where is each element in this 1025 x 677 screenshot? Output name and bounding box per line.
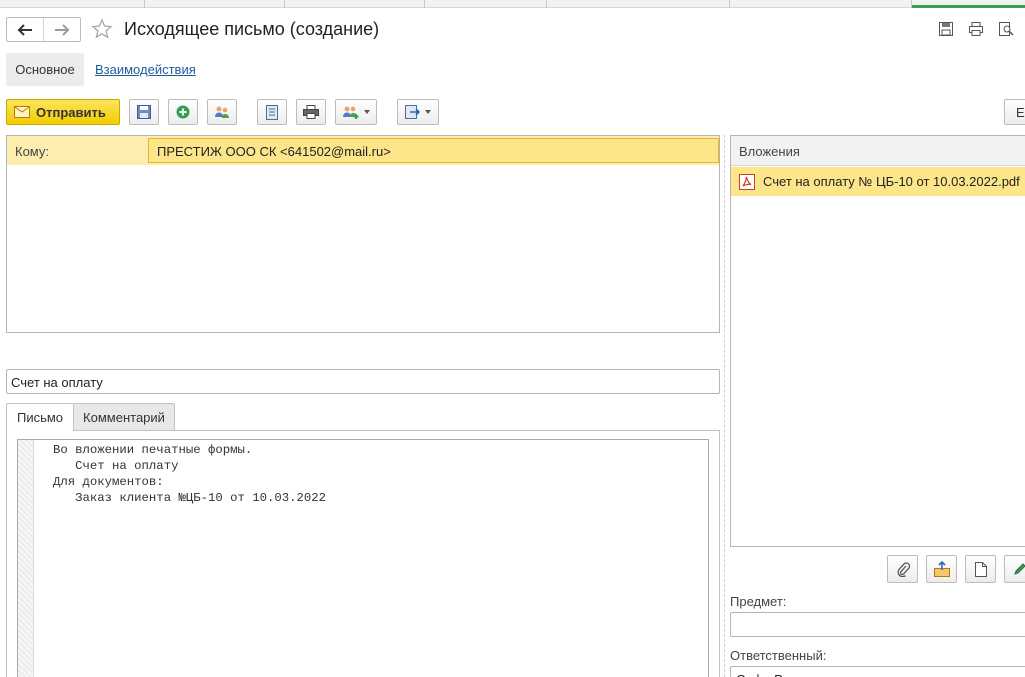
tab-letter[interactable]: Письмо [6, 403, 74, 431]
save-icon [137, 105, 151, 119]
print-icon [303, 105, 319, 119]
print-button[interactable] [296, 99, 326, 125]
star-icon[interactable] [91, 18, 113, 40]
active-tab-marker [912, 5, 1025, 8]
send-button[interactable]: Отправить [6, 99, 120, 125]
recipient-row[interactable]: Кому: ПРЕСТИЖ ООО СК <641502@mail.ru> [7, 136, 719, 165]
tab-comment[interactable]: Комментарий [74, 403, 175, 431]
tab-main[interactable]: Основное [6, 53, 84, 86]
upload-icon [933, 561, 950, 577]
contacts-icon [215, 106, 229, 118]
history-nav [6, 17, 81, 42]
paperclip-icon [897, 562, 910, 577]
page-title: Исходящее письмо (создание) [124, 19, 380, 39]
attachment-item[interactable]: Счет на оплату № ЦБ-10 от 10.03.2022.pdf [731, 167, 1025, 196]
body-line: Для документов: [53, 475, 164, 489]
recipients-list: Кому: ПРЕСТИЖ ООО СК <641502@mail.ru> [6, 135, 720, 333]
responsible-input[interactable]: Софа Реут [730, 666, 1025, 677]
save-icon[interactable] [938, 21, 954, 37]
attachments-header: Вложения [731, 136, 1025, 166]
edit-icon [1013, 563, 1025, 575]
recipient-label: Кому: [15, 144, 49, 159]
print-icon[interactable] [968, 21, 984, 37]
edit-attachment-button[interactable] [1004, 555, 1025, 583]
arrow-left-icon [17, 23, 32, 36]
chevron-down-icon [425, 110, 431, 114]
subject-input[interactable]: Счет на оплату [6, 369, 720, 394]
letter-body-text: Во вложении печатные формы. Счет на опла… [53, 442, 326, 506]
more-button[interactable]: Е [1004, 99, 1025, 125]
letter-body-editor[interactable]: Во вложении печатные формы. Счет на опла… [17, 439, 709, 677]
forward-button[interactable] [43, 18, 80, 41]
predmet-input[interactable] [730, 612, 1025, 637]
upload-attachment-button[interactable] [926, 555, 957, 583]
recipient-input[interactable]: ПРЕСТИЖ ООО СК <641502@mail.ru> [148, 138, 719, 163]
attachments-panel: Вложения Счет на оплату № ЦБ-10 от 10.03… [730, 135, 1025, 547]
export-button[interactable] [397, 99, 439, 125]
new-attachment-button[interactable] [965, 555, 996, 583]
attach-file-button[interactable] [887, 555, 918, 583]
chevron-down-icon [364, 110, 370, 114]
add-contact-icon [343, 106, 359, 119]
arrow-right-icon [55, 23, 70, 36]
send-button-label: Отправить [36, 104, 106, 120]
document-icon [974, 561, 987, 577]
add-green-icon [176, 105, 190, 119]
body-line: Заказ клиента №ЦБ-10 от 10.03.2022 [53, 491, 327, 505]
tab-interactions-link[interactable]: Взаимодействия [95, 62, 196, 77]
pdf-icon [739, 173, 755, 190]
document-button[interactable] [257, 99, 287, 125]
search-icon[interactable] [998, 21, 1014, 37]
envelope-icon [14, 106, 30, 118]
export-icon [405, 105, 421, 119]
responsible-label: Ответственный: [730, 648, 827, 663]
predmet-label: Предмет: [730, 594, 787, 609]
body-line: Во вложении печатные формы. [53, 443, 253, 457]
document-icon [266, 104, 278, 120]
contacts-button[interactable] [207, 99, 237, 125]
editor-gutter [18, 440, 34, 677]
add-contact-button[interactable] [335, 99, 377, 125]
save-button[interactable] [129, 99, 159, 125]
attachment-name: Счет на оплату № ЦБ-10 от 10.03.2022.pdf [763, 174, 1020, 189]
back-button[interactable] [7, 18, 43, 41]
body-line: Счет на оплату [53, 459, 179, 473]
panel-splitter[interactable] [724, 135, 725, 677]
create-button[interactable] [168, 99, 198, 125]
top-tab-strip [0, 0, 1025, 8]
